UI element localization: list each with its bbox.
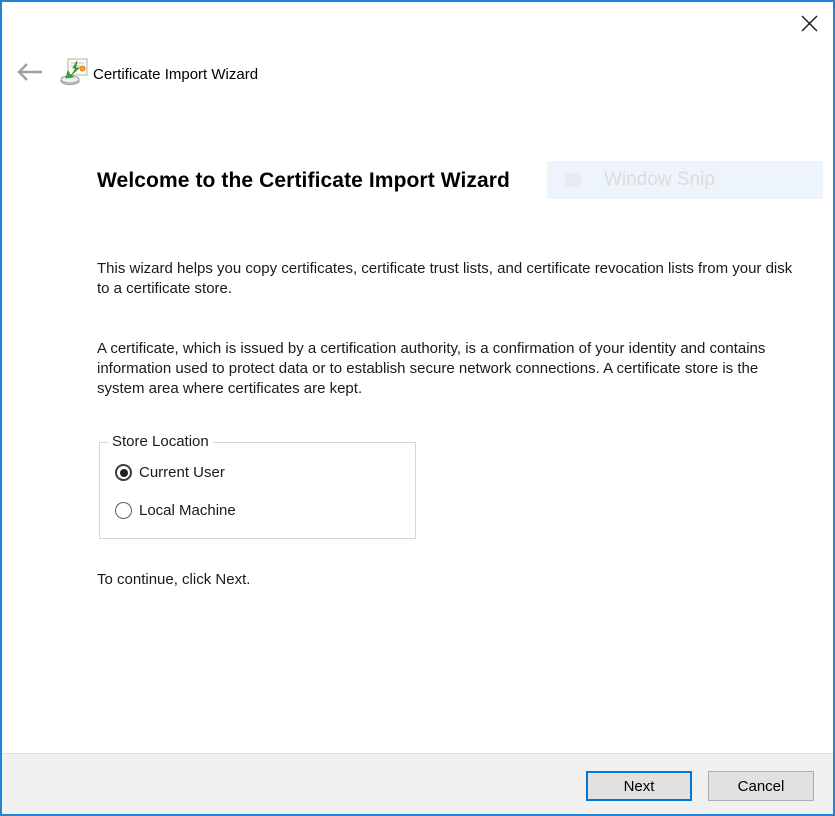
radio-button-icon: [115, 464, 132, 481]
description-paragraph: A certificate, which is issued by a cert…: [97, 339, 797, 399]
cancel-button[interactable]: Cancel: [708, 771, 814, 801]
back-button[interactable]: [14, 60, 46, 88]
intro-paragraph: This wizard helps you copy certificates,…: [97, 259, 797, 299]
window-snip-ghost: Window Snip: [547, 161, 823, 199]
close-button[interactable]: [793, 10, 825, 42]
radio-local-machine[interactable]: Local Machine: [115, 502, 236, 519]
radio-current-user-label: Current User: [139, 464, 225, 481]
continue-hint: To continue, click Next.: [97, 570, 497, 590]
window-snip-label: Window Snip: [604, 169, 715, 191]
certificate-import-wizard-window: Certificate Import Wizard Welcome to the…: [0, 0, 835, 816]
footer-bar: Next Cancel: [2, 753, 833, 814]
camera-ghost-icon: [565, 173, 581, 187]
radio-local-machine-label: Local Machine: [139, 502, 236, 519]
radio-current-user[interactable]: Current User: [115, 464, 225, 481]
certificate-import-icon: [58, 56, 90, 88]
close-icon: [800, 14, 819, 38]
radio-button-icon: [115, 502, 132, 519]
page-heading: Welcome to the Certificate Import Wizard: [97, 169, 510, 193]
wizard-title: Certificate Import Wizard: [93, 64, 258, 86]
store-location-group: Store Location Current User Local Machin…: [99, 442, 416, 539]
store-location-label: Store Location: [108, 433, 213, 451]
back-arrow-icon: [16, 62, 44, 87]
next-button[interactable]: Next: [586, 771, 692, 801]
